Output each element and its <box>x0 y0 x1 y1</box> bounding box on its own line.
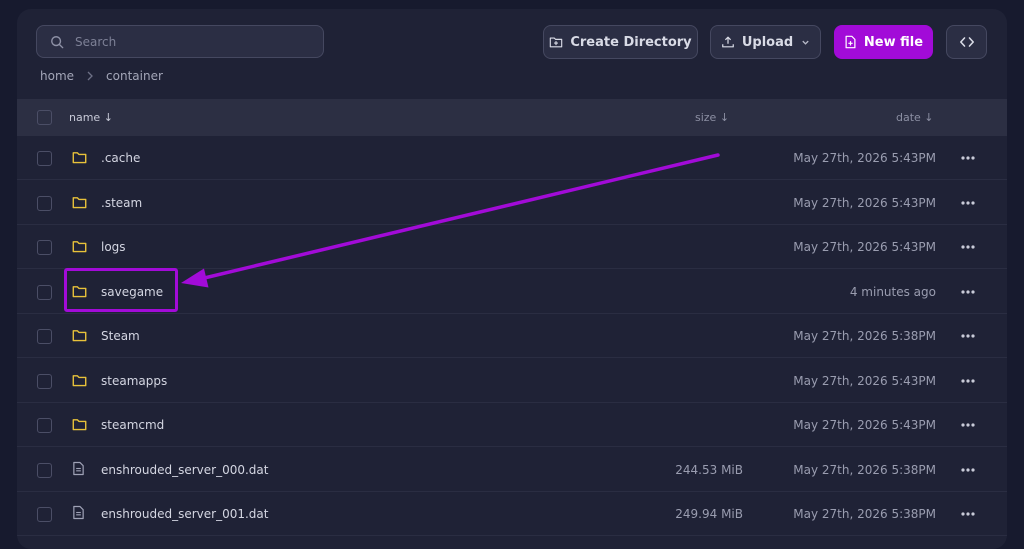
annotation-arrow <box>181 153 720 288</box>
